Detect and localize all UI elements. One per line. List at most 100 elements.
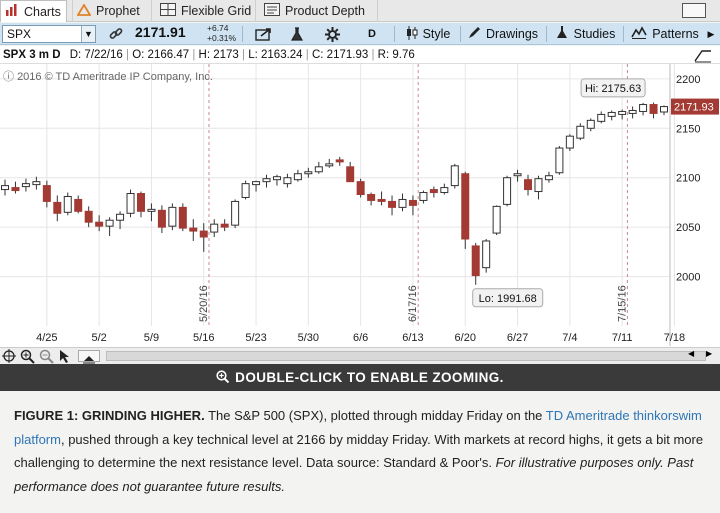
expiration-label: 6/17/16: [407, 285, 419, 322]
chart-toolbar: SPX ▼ 2171.91 +6.74 +0.31% D Style Drawi…: [0, 23, 720, 45]
candle-body: [241, 183, 250, 198]
figure-caption: FIGURE 1: GRINDING HIGHER. The S&P 500 (…: [14, 404, 714, 498]
y-tick-label: 2000: [676, 272, 700, 284]
candle-body: [147, 208, 156, 212]
candle-body: [325, 163, 334, 167]
bar-open: O: 2166.47: [132, 49, 190, 61]
toolbar-divider: [460, 26, 461, 42]
candle-body: [178, 206, 187, 229]
link-icon[interactable]: [104, 23, 128, 45]
tab-product-depth[interactable]: Product Depth: [260, 0, 378, 22]
scroll-left-icon[interactable]: ◀: [688, 349, 694, 358]
toolbar-divider: [394, 26, 395, 42]
x-tick-label: 7/4: [562, 332, 577, 344]
candle-body: [461, 173, 470, 240]
bar-range: R: 9.76: [377, 49, 415, 61]
aggregation-selector[interactable]: D: [360, 23, 384, 45]
scroll-right-icon[interactable]: ▶: [706, 349, 712, 358]
y-tick-label: 2100: [676, 173, 700, 185]
candle-body: [660, 106, 668, 113]
x-tick-label: 7/18: [664, 332, 685, 344]
x-tick-label: 5/2: [91, 332, 106, 344]
hi-callout-label: Hi: 2175.63: [585, 83, 641, 95]
candle-body: [116, 213, 125, 221]
price-change: +6.74 +0.31%: [207, 23, 236, 43]
tab-flexible-grid[interactable]: Flexible Grid: [156, 0, 256, 22]
time-scrollbar[interactable]: [106, 351, 706, 361]
y-tick-label: 2200: [676, 74, 700, 86]
share-icon[interactable]: [250, 23, 278, 45]
last-price-tag-label: 2171.93: [674, 102, 714, 114]
candle-body: [314, 166, 323, 173]
window-restore-button[interactable]: [682, 3, 706, 18]
x-tick-label: 6/6: [353, 332, 368, 344]
candle-body: [74, 198, 83, 212]
candle-body: [419, 192, 428, 201]
candle-body: [607, 111, 616, 117]
studies-label: Studies: [573, 27, 616, 41]
flask-icon[interactable]: [284, 23, 310, 45]
candle-body: [639, 104, 648, 112]
zoom-hint-bar[interactable]: DOUBLE-CLICK TO ENABLE ZOOMING.: [0, 364, 720, 391]
x-tick-label: 4/25: [36, 332, 57, 344]
candle-body: [440, 187, 449, 194]
candles-icon: [406, 25, 418, 43]
pan-handle-icon[interactable]: [78, 350, 100, 364]
gear-icon[interactable]: [318, 23, 346, 45]
pencil-icon: [468, 26, 481, 42]
toolbar-divider: [242, 26, 243, 42]
warning-triangle-icon: [76, 2, 92, 19]
bar-high: H: 2173: [198, 49, 239, 61]
app-window: Charts Prophet Flexible Grid Product Dep…: [0, 0, 720, 513]
toolbar-divider: [623, 26, 624, 42]
candle-body: [168, 206, 177, 227]
bar-date: D: 7/22/16: [69, 49, 123, 61]
candle-body: [503, 177, 512, 205]
candle-body: [471, 245, 480, 277]
candle-body: [618, 110, 627, 115]
candle-body: [220, 223, 229, 228]
candle-body: [157, 209, 166, 228]
drawings-menu-button[interactable]: Drawings: [465, 23, 541, 45]
last-price: 2171.91: [135, 24, 186, 40]
candle-body: [429, 189, 438, 194]
tab-prophet[interactable]: Prophet: [72, 0, 152, 22]
candle-body: [367, 194, 376, 201]
x-tick-label: 6/20: [455, 332, 476, 344]
candle-body: [21, 183, 30, 188]
caption-lead: FIGURE 1: GRINDING HIGHER.: [14, 408, 205, 423]
tab-bar: Charts Prophet Flexible Grid Product Dep…: [0, 0, 720, 22]
copyright-notice: ⓘ 2016 © TD Ameritrade IP Company, Inc.: [3, 68, 213, 84]
candle-body: [555, 147, 564, 174]
symbol-input[interactable]: SPX ▼: [2, 25, 96, 43]
candle-body: [126, 193, 135, 214]
symbol-value: SPX: [7, 27, 32, 41]
style-menu-button[interactable]: Style: [400, 23, 456, 45]
chart-nav-bar: ◀ ▶: [0, 347, 720, 364]
grid-icon: [160, 3, 176, 19]
price-chart-area[interactable]: 2000 2050 2100 2150 2200 4/25 5/2 5/9 5/16 5/23 5/…: [0, 64, 720, 347]
studies-menu-button[interactable]: Studies: [552, 23, 618, 45]
candle-body: [11, 187, 20, 192]
candle-body: [388, 200, 397, 208]
candle-body: [482, 240, 491, 269]
chevron-down-icon[interactable]: ▼: [81, 26, 95, 42]
candle-body: [576, 125, 585, 139]
tab-charts[interactable]: Charts: [0, 0, 67, 22]
y-tick-label: 2050: [676, 222, 700, 234]
tab-label: Prophet: [96, 4, 140, 18]
patterns-menu-button[interactable]: Patterns: [628, 23, 702, 45]
drawings-label: Drawings: [485, 27, 539, 41]
patterns-label: Patterns: [652, 27, 699, 41]
candle-body: [293, 173, 302, 181]
candle-body: [63, 195, 72, 213]
toolbar-more-icon[interactable]: ▶: [704, 23, 718, 45]
candle-body: [189, 227, 198, 232]
candle-body: [346, 166, 355, 183]
toolbar-divider: [546, 26, 547, 42]
candle-body: [544, 175, 553, 181]
candle-body: [513, 173, 522, 177]
candle-body: [136, 193, 145, 212]
candle-body: [262, 178, 271, 183]
tab-label: Flexible Grid: [181, 4, 252, 18]
